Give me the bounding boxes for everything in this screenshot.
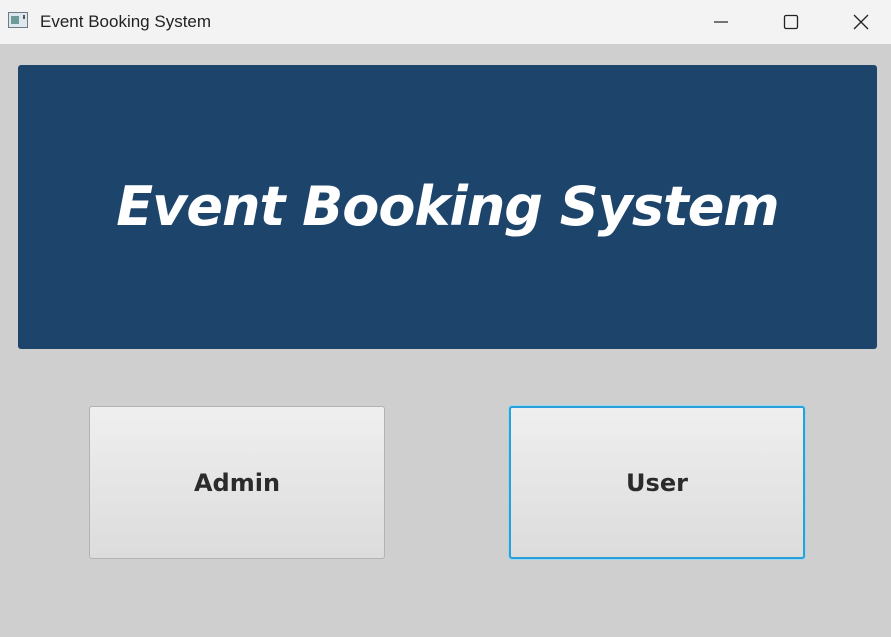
minimize-icon	[714, 21, 728, 23]
header-banner: Event Booking System	[18, 65, 877, 349]
admin-button[interactable]: Admin	[89, 406, 385, 559]
banner-title: Event Booking System	[116, 175, 779, 238]
user-button[interactable]: User	[509, 406, 805, 559]
window-titlebar: Event Booking System	[0, 0, 891, 44]
maximize-icon	[783, 14, 799, 30]
close-button[interactable]	[826, 0, 891, 44]
close-icon	[853, 14, 869, 30]
app-icon	[8, 12, 28, 28]
maximize-button[interactable]	[756, 0, 826, 44]
window-title: Event Booking System	[40, 12, 212, 31]
minimize-button[interactable]	[686, 0, 756, 44]
